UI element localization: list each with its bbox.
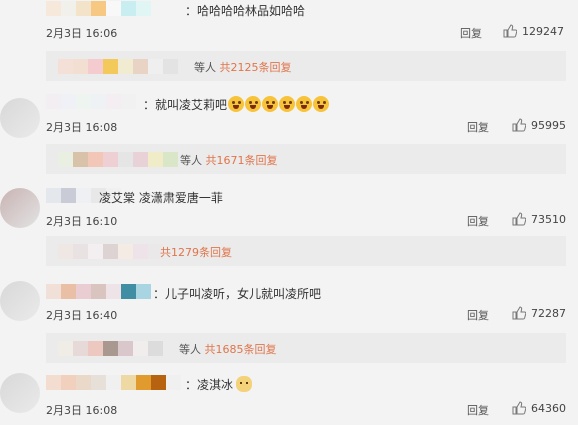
- replies-summary-box[interactable]: 等人 共1671条回复: [46, 144, 566, 174]
- comment-time: 2月3日 16:08: [46, 404, 118, 417]
- replies-summary: 等人 共1685条回复: [179, 341, 277, 357]
- comment-item: 凌艾棠 凌潇肃爱唐一菲 2月3日 16:10 回复 73510 共1279条回复: [0, 180, 578, 266]
- surprised-face-emoji-icon: [279, 96, 296, 112]
- like-button[interactable]: 64360: [512, 401, 566, 415]
- blurred-reply-users: [58, 59, 178, 74]
- surprised-face-emoji-icon: [228, 96, 245, 112]
- like-button[interactable]: 95995: [512, 118, 566, 132]
- blurred-username: [46, 375, 181, 390]
- comment-time: 2月3日 16:08: [46, 121, 118, 134]
- replies-count-link[interactable]: 共2125条回复: [220, 61, 292, 74]
- reply-button[interactable]: 回复: [460, 25, 482, 41]
- like-button[interactable]: 72287: [512, 306, 566, 320]
- reply-button[interactable]: 回复: [467, 213, 489, 229]
- comment-time: 2月3日 16:10: [46, 215, 118, 228]
- replies-others-label: 等人: [194, 61, 216, 74]
- like-count: 129247: [522, 24, 564, 38]
- comment-text: ：儿子叫凌听，女儿就叫凌所吧: [153, 287, 322, 301]
- replies-summary-box[interactable]: 等人 共1685条回复: [46, 333, 566, 363]
- avatar[interactable]: [0, 98, 40, 138]
- replies-summary-box[interactable]: 等人 共2125条回复: [46, 51, 566, 81]
- surprised-face-emoji-icon: [296, 96, 313, 112]
- comment-text: ：就叫凌艾莉吧: [143, 96, 330, 113]
- like-count: 64360: [531, 401, 566, 415]
- comment-item: ：儿子叫凌听，女儿就叫凌所吧 2月3日 16:40 回复 72287 等人 共1…: [0, 273, 578, 363]
- replies-summary: 等人 共1671条回复: [180, 152, 278, 168]
- comment-time: 2月3日 16:40: [46, 309, 118, 322]
- like-count: 73510: [531, 212, 566, 226]
- like-count: 95995: [531, 118, 566, 132]
- replies-others-label: 等人: [180, 154, 202, 167]
- comment-item: ：哈哈哈哈林品如哈哈 2月3日 16:06 回复 129247 等人 共2125…: [0, 0, 578, 81]
- thumbs-up-icon: [512, 306, 526, 320]
- comment-item: ：就叫凌艾莉吧 2月3日 16:08 回复 95995 等人 共1671条回复: [0, 88, 578, 174]
- comment-text: ：哈哈哈哈林品如哈哈: [185, 4, 306, 18]
- comment-text: 凌艾棠 凌潇肃爱唐一菲: [99, 191, 223, 205]
- replies-count-link[interactable]: 共1685条回复: [205, 343, 277, 356]
- like-button[interactable]: 73510: [512, 212, 566, 226]
- blurred-reply-users: [58, 244, 163, 259]
- thumbs-up-icon: [512, 118, 526, 132]
- comment-text-content: ：凌淇冰: [185, 378, 234, 392]
- blurred-username: [46, 94, 136, 109]
- blurred-reply-users: [58, 152, 178, 167]
- avatar[interactable]: [0, 373, 40, 413]
- like-count: 72287: [531, 306, 566, 320]
- comment-text: ：凌淇冰: [185, 376, 253, 393]
- comment-text-content: ：就叫凌艾莉吧: [143, 98, 228, 112]
- thumbs-up-icon: [503, 24, 517, 38]
- like-button[interactable]: 129247: [503, 24, 564, 38]
- surprised-face-emoji-icon: [245, 96, 262, 112]
- reply-button[interactable]: 回复: [467, 402, 489, 418]
- replies-summary-box[interactable]: 共1279条回复: [46, 236, 566, 266]
- replies-summary: 共1279条回复: [160, 244, 232, 260]
- comment-time: 2月3日 16:06: [46, 27, 118, 40]
- blurred-username: [46, 1, 151, 16]
- thumbs-up-icon: [512, 401, 526, 415]
- blurred-reply-users: [58, 341, 163, 356]
- cat-emoji-icon: [236, 376, 253, 392]
- replies-summary: 等人 共2125条回复: [194, 59, 292, 75]
- blurred-username: [46, 284, 151, 299]
- reply-button[interactable]: 回复: [467, 119, 489, 135]
- reply-button[interactable]: 回复: [467, 307, 489, 323]
- replies-others-label: 等人: [179, 343, 201, 356]
- avatar[interactable]: [0, 281, 40, 321]
- replies-count-link[interactable]: 共1671条回复: [206, 154, 278, 167]
- thumbs-up-icon: [512, 212, 526, 226]
- avatar[interactable]: [0, 188, 40, 228]
- replies-count-link[interactable]: 共1279条回复: [160, 246, 232, 259]
- surprised-face-emoji-icon: [313, 96, 330, 112]
- surprised-face-emoji-icon: [262, 96, 279, 112]
- comment-item: ：凌淇冰 2月3日 16:08 回复 64360: [0, 365, 578, 425]
